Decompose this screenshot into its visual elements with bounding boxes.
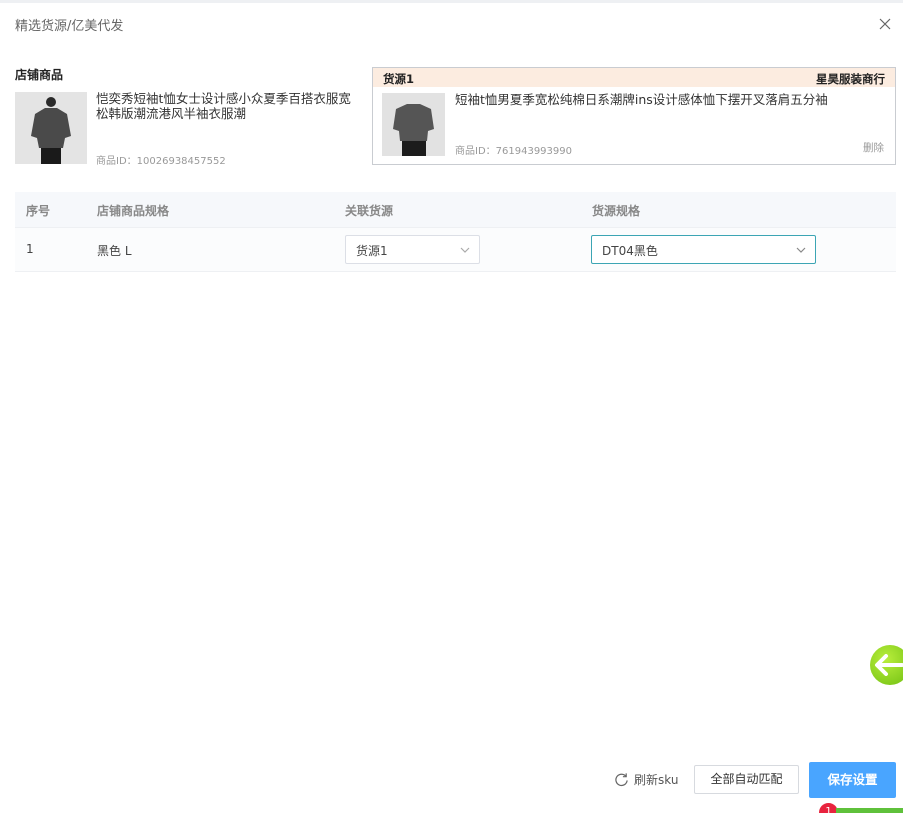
bottom-green-bar (836, 808, 903, 813)
save-settings-button[interactable]: 保存设置 (809, 762, 896, 798)
refresh-sku-button[interactable]: 刷新sku (614, 771, 678, 787)
delete-supplier-link[interactable]: 删除 (863, 140, 884, 155)
header-source-spec: 货源规格 (592, 204, 641, 218)
supplier-card-header: 货源1 星昊服装商行 (373, 68, 895, 87)
linked-source-select[interactable]: 货源1 (345, 235, 480, 264)
auto-match-all-button[interactable]: 全部自动匹配 (694, 765, 799, 794)
row-index: 1 (26, 242, 34, 256)
supplier-shop-name: 星昊服装商行 (816, 72, 885, 86)
store-section-title: 店铺商品 (15, 68, 64, 82)
supplier-label: 货源1 (383, 72, 415, 86)
source-spec-select[interactable]: DT04黑色 (591, 235, 816, 264)
store-product-id: 商品ID：10026938457552 (96, 156, 226, 167)
table-row: 1 黑色 L 货源1 DT04黑色 (15, 228, 896, 272)
supplier-product-id: 商品ID：761943993990 (455, 146, 572, 157)
chevron-down-icon (796, 247, 806, 253)
store-product-image (15, 92, 87, 164)
header-linked-source: 关联货源 (345, 204, 394, 218)
store-product-card: 恺奕秀短袖t恤女士设计感小众夏季百搭衣服宽松韩版潮流港风半袖衣服潮 商品ID：1… (15, 90, 360, 167)
header-index: 序号 (26, 204, 51, 218)
table-header: 序号 店铺商品规格 关联货源 货源规格 (15, 192, 896, 228)
header-store-spec: 店铺商品规格 (97, 204, 170, 218)
arrow-left-icon (875, 654, 903, 676)
dialog-title: 精选货源/亿美代发 (15, 19, 124, 34)
supplier-product-title[interactable]: 短袖t恤男夏季宽松纯棉日系潮牌ins设计感体恤下摆开叉落肩五分袖 (455, 92, 875, 107)
top-divider (0, 0, 903, 3)
close-icon[interactable] (877, 16, 893, 32)
chevron-down-icon (460, 247, 470, 253)
sku-mapping-table: 序号 店铺商品规格 关联货源 货源规格 1 黑色 L 货源1 DT04黑色 (15, 192, 896, 272)
refresh-icon (615, 772, 628, 786)
source-spec-value: DT04黑色 (602, 244, 658, 258)
supplier-card: 货源1 星昊服装商行 短袖t恤男夏季宽松纯棉日系潮牌ins设计感体恤下摆开叉落肩… (372, 67, 896, 165)
refresh-sku-label: 刷新sku (634, 772, 679, 787)
store-product-title: 恺奕秀短袖t恤女士设计感小众夏季百搭衣服宽松韩版潮流港风半袖衣服潮 (96, 91, 351, 121)
float-back-button[interactable] (870, 645, 903, 685)
linked-source-value: 货源1 (356, 244, 388, 258)
supplier-product-image (382, 93, 445, 156)
row-store-spec: 黑色 L (97, 244, 132, 258)
